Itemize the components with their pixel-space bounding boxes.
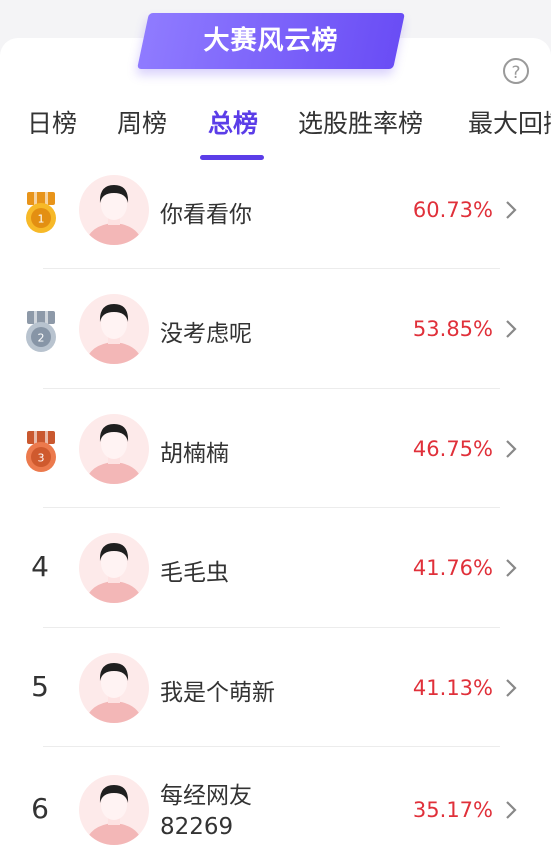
win-rate: 60.73% — [412, 198, 493, 222]
page-title: 大赛风云榜 — [203, 26, 339, 56]
ranking-row-2[interactable]: 2 没考虑呢 53.85% — [0, 269, 551, 388]
player-name: 没考虑呢 — [160, 321, 252, 347]
win-rate: 46.75% — [412, 437, 493, 461]
ranking-row-5[interactable]: 5 我是个萌新 41.13% — [0, 628, 551, 747]
win-rate: 35.17% — [412, 798, 493, 822]
chevron-right-icon[interactable] — [503, 438, 519, 460]
bronze-medal-icon: 3 — [26, 431, 56, 472]
avatar-figure-icon — [85, 663, 143, 723]
help-icon[interactable]: ? — [503, 58, 529, 84]
tab-max-drawdown[interactable]: 最大回撤 — [468, 104, 551, 144]
rank-number: 5 — [31, 670, 49, 703]
avatar-figure-icon — [85, 424, 143, 484]
silver-medal-icon: 2 — [26, 311, 56, 352]
rank-number: 4 — [31, 550, 49, 583]
avatar-figure-icon — [85, 785, 143, 845]
gold-medal-icon: 1 — [26, 192, 56, 233]
player-name-line2: 82269 — [160, 814, 234, 840]
medal-rank-text: 3 — [38, 452, 45, 465]
tab-weekly[interactable]: 周榜 — [117, 104, 167, 144]
tab-stock-win-rate[interactable]: 选股胜率榜 — [298, 104, 423, 144]
player-name: 胡楠楠 — [160, 441, 229, 467]
win-rate: 53.85% — [412, 317, 493, 341]
avatar[interactable] — [79, 775, 149, 845]
player-name: 每经网友 — [160, 783, 252, 809]
avatar-figure-icon — [85, 304, 143, 364]
player-name: 你看看你 — [160, 202, 252, 228]
medal-rank-text: 1 — [38, 213, 45, 226]
avatar-figure-icon — [85, 543, 143, 603]
chevron-right-icon[interactable] — [503, 318, 519, 340]
ranking-row-6[interactable]: 6 每经网友 82269 35.17% — [0, 747, 551, 866]
chevron-right-icon[interactable] — [503, 557, 519, 579]
medal-rank-text: 2 — [38, 332, 45, 345]
win-rate: 41.76% — [412, 556, 493, 580]
tab-overall[interactable]: 总榜 — [208, 104, 258, 144]
avatar[interactable] — [79, 533, 149, 603]
chevron-right-icon[interactable] — [503, 677, 519, 699]
avatar-figure-icon — [85, 185, 143, 245]
chevron-right-icon[interactable] — [503, 799, 519, 821]
ranking-row-4[interactable]: 4 毛毛虫 41.76% — [0, 508, 551, 627]
avatar[interactable] — [79, 294, 149, 364]
win-rate: 41.13% — [412, 676, 493, 700]
chevron-right-icon[interactable] — [503, 199, 519, 221]
ranking-row-3[interactable]: 3 胡楠楠 46.75% — [0, 389, 551, 508]
rank-number: 6 — [31, 792, 49, 825]
avatar[interactable] — [79, 414, 149, 484]
avatar[interactable] — [79, 653, 149, 723]
player-name: 毛毛虫 — [160, 560, 229, 586]
tab-daily[interactable]: 日榜 — [27, 104, 77, 144]
ranking-row-1[interactable]: 1 你看看你 60.73% — [0, 150, 551, 269]
player-name: 我是个萌新 — [160, 680, 275, 706]
avatar[interactable] — [79, 175, 149, 245]
